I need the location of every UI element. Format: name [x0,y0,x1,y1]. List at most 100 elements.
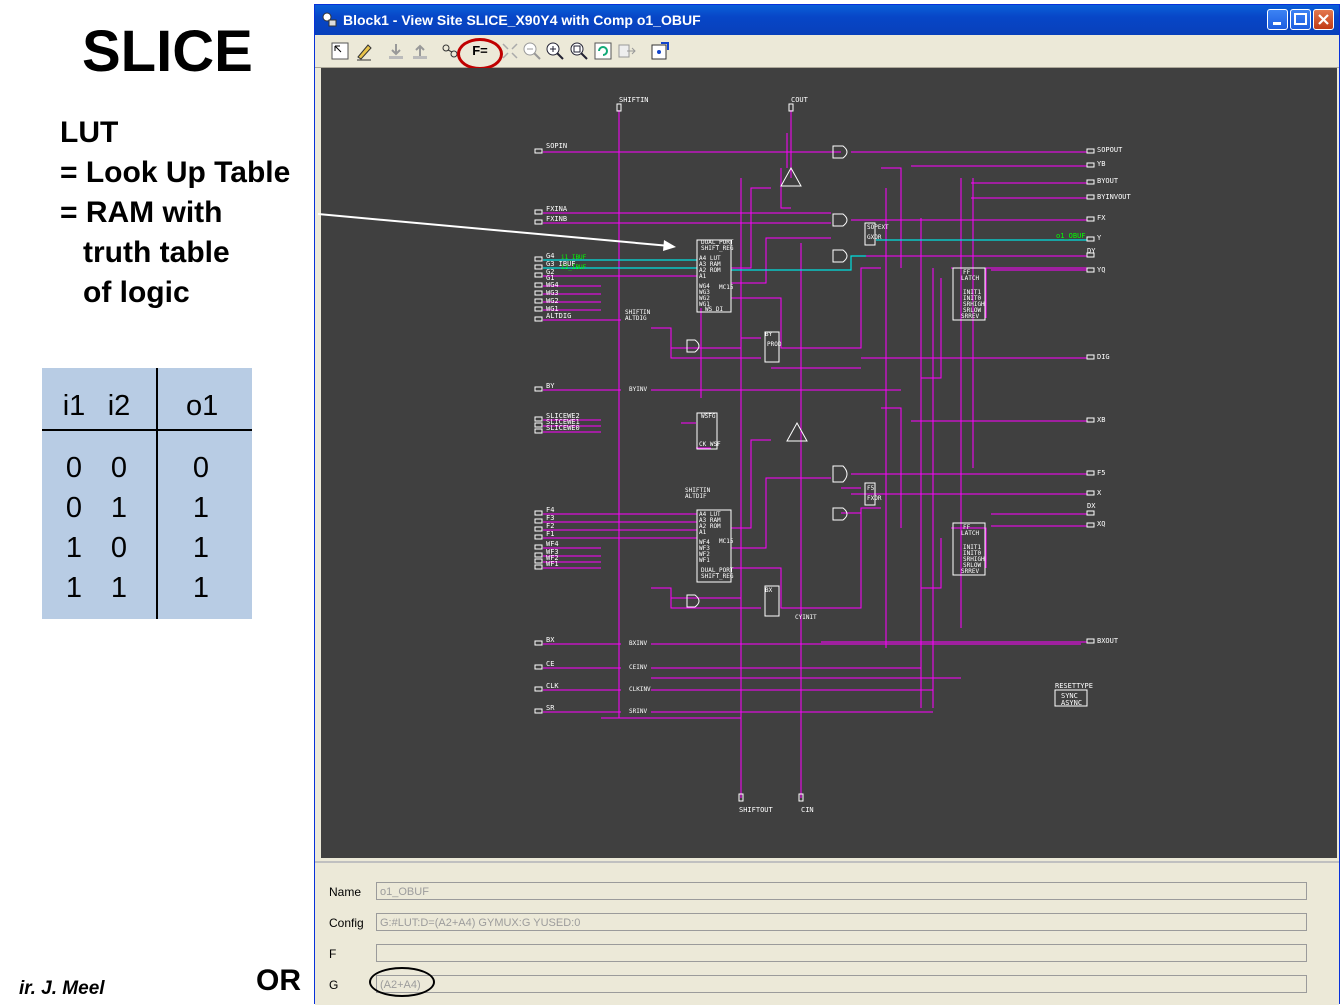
pin-label: COUT [791,96,809,104]
block-label: MC15 [719,538,734,545]
net-label-input: i2_IBUF [561,264,587,271]
pin-label: CLK [546,682,559,690]
window-titlebar[interactable]: Block1 - View Site SLICE_X90Y4 with Comp… [315,5,1339,35]
fit-icon [502,43,518,59]
lut-line: = Look Up Table [60,156,291,189]
name-field[interactable]: o1_OBUF [376,882,1307,900]
pin-label: DX [1087,502,1096,510]
block-label: CYINIT [795,614,817,621]
site-view-window[interactable]: Block1 - View Site SLICE_X90Y4 with Comp… [314,4,1340,1005]
pin-label: CIN [801,806,814,814]
table-header: i1 [62,390,86,422]
block-label-group: DUAL_PORT SHIFT_REG A4 LUT A3 RAM A2 ROM… [625,224,985,715]
pointer-arrow [317,213,676,251]
select-icon [331,42,349,60]
minimize-button[interactable] [1267,9,1288,30]
block-label: SHIFT_REG [701,245,734,252]
pop-icon [413,44,427,59]
and-gate[interactable] [832,507,848,521]
pin-label: XQ [1097,520,1105,528]
table-cell: 0 [110,532,128,564]
edit-button[interactable] [353,40,375,62]
push-icon [389,44,403,59]
block-label: ALTDIG [625,315,647,322]
lut-line: truth table [83,236,230,269]
zoom-in-icon [546,42,564,60]
block-label: LATCH [961,530,979,537]
block-label: BX [765,587,773,594]
block-label: SRINV [629,708,647,715]
block-label: SHIFT_REG [701,573,734,580]
pin-label: X [1097,489,1102,497]
block-label: BY [765,331,773,338]
truth-table: i1 i2 o1 0 0 0 0 1 1 1 0 1 1 1 1 [42,368,252,619]
pin-label: Y [1097,234,1102,242]
and-gate[interactable] [686,339,700,353]
or-gate[interactable] [832,465,848,483]
pin-label: WF4 [546,540,559,548]
zoom-in-button[interactable] [544,40,566,62]
resettype-label: RESETTYPE [1055,682,1093,690]
pin-label: DY [1087,247,1096,255]
pin-label: WG3 [546,289,559,297]
table-header: i2 [107,390,131,422]
refresh-button[interactable] [592,40,614,62]
name-label: Name [329,885,362,899]
author-credit: ir. J. Meel [19,978,105,999]
block-label: A1 [699,529,707,536]
and-gate[interactable] [686,594,700,608]
block-label: GXOR [867,234,882,241]
zoom-out-button[interactable] [521,40,543,62]
g-equation-field[interactable]: (A2+A4) [376,975,1307,993]
config-button[interactable] [649,40,671,62]
pin-label: BXOUT [1097,637,1119,645]
block-label: CK WSF [699,441,721,448]
highlight-ring [457,38,503,70]
pin-label: BY [546,382,555,390]
table-cell: 1 [192,492,210,524]
pin-label: F1 [546,530,554,538]
block-label: WS DI [705,306,723,313]
pin-label: ALTDIG [546,312,571,320]
pop-button[interactable] [409,40,431,62]
schematic-canvas[interactable]: SOPIN FXINA FXINB G4 G3 IBUF G2 G1 WG4 W… [321,68,1337,858]
lut-explanation: LUT = Look Up Table = RAM with truth tab… [60,113,290,313]
table-cell: 1 [110,492,128,524]
table-cell: 0 [65,452,83,484]
block-label: A1 [699,273,707,280]
block-label: ALTDIF [685,493,707,500]
table-cell: 0 [65,492,83,524]
table-divider [156,368,158,619]
zoom-area-icon [570,42,588,60]
block-label: CEINV [629,664,647,671]
pin-label: F3 [546,514,554,522]
pin-label: SOPIN [546,142,567,150]
pin-label: BYOUT [1097,177,1119,185]
slice-schematic[interactable]: SOPIN FXINA FXINB G4 G3 IBUF G2 G1 WG4 W… [321,68,1337,858]
fit-button[interactable] [499,40,521,62]
pin-label: SLICEWE0 [546,424,580,432]
g-label: G [329,978,339,992]
highlight-ring [369,967,435,997]
export-button[interactable] [616,40,638,62]
block-label: WSFG [701,413,716,420]
pin-label: CE [546,660,554,668]
table-cell: 1 [65,572,83,604]
close-button[interactable] [1313,9,1334,30]
config-field[interactable]: G:#LUT:D=(A2+A4) GYMUX:G YUSED:0 [376,913,1307,931]
pin-label: WG2 [546,297,559,305]
maximize-icon [1294,13,1307,25]
carry-mux[interactable] [786,421,808,442]
block-label: CLKINV [629,686,651,693]
block-label: SOPEXT [867,224,889,231]
push-button[interactable] [385,40,407,62]
or-gate[interactable] [832,213,848,227]
select-button[interactable] [329,40,351,62]
pin-label: FX [1097,214,1106,222]
zoom-area-button[interactable] [568,40,590,62]
maximize-button[interactable] [1290,9,1311,30]
table-cell: 0 [192,452,210,484]
and-gate[interactable] [832,249,848,263]
f-equation-field[interactable] [376,944,1307,962]
minimize-icon [1273,22,1281,25]
